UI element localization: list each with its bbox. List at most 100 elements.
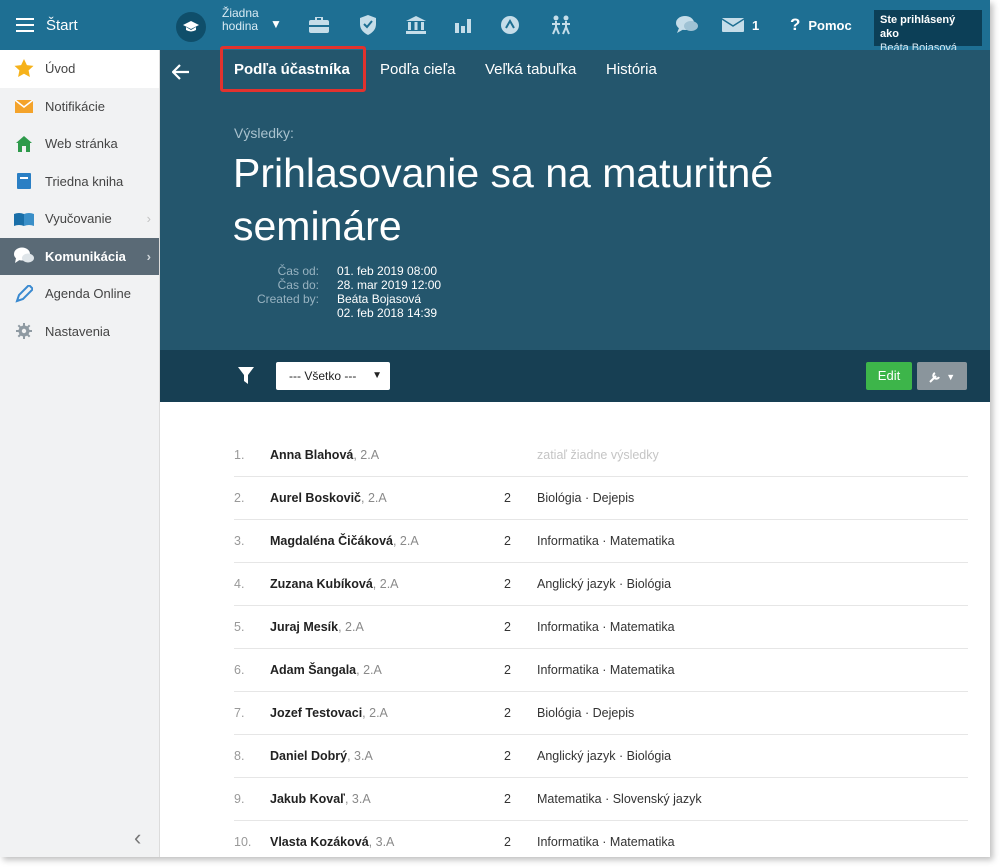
caret-down-icon: ▼ [946,371,956,382]
sidebar-item-nastavenia[interactable]: Nastavenia [0,313,159,351]
bar-chart-icon[interactable] [452,14,474,36]
participant-name[interactable]: Zuzana Kubíková, 2.A [270,577,399,591]
page-title: Prihlasovanie sa na maturitné semináre [233,150,774,249]
participant-class: , 3.A [344,792,371,806]
filter-icon[interactable] [238,367,254,385]
wrench-icon [929,371,940,383]
chevron-right-icon: › [146,211,151,226]
pencil-icon [14,284,34,303]
participant-name[interactable]: Magdaléna Čičáková, 2.A [270,534,419,548]
list-item[interactable]: 10. Vlasta Kozáková, 3.A 2 Informatika ·… [234,821,968,857]
subjects: Informatika · Matematika [537,534,675,548]
chat-icon [14,247,34,265]
participant-class: , 2.A [338,620,364,634]
back-arrow-icon[interactable] [171,60,190,86]
current-hour-selector[interactable]: Žiadna hodina [222,7,268,33]
row-number: 2. [234,491,245,505]
sidebar-item-notifikacie[interactable]: Notifikácie [0,88,159,126]
sidebar-item-vyucovanie[interactable]: Vyučovanie › [0,200,159,238]
subjects: Biológia · Dejepis [537,706,635,720]
sidebar-item-uvod[interactable]: Úvod [0,50,159,88]
tab-historia[interactable]: História [606,50,657,90]
participant-name[interactable]: Daniel Dobrý, 3.A [270,749,373,763]
messages-button[interactable]: 1 [722,0,759,50]
help-button[interactable]: ? Pomoc [790,0,852,50]
graduation-cap-icon[interactable] [176,12,206,42]
meta-to-value: 28. mar 2019 12:00 [337,278,442,292]
tools-dropdown-button[interactable]: ▼ [917,362,967,390]
app-window: Štart Žiadna hodina ▼ 1 ? Pomoc Ste prih… [0,0,990,857]
participant-name[interactable]: Adam Šangala, 2.A [270,663,382,677]
participant-name[interactable]: Jozef Testovaci, 2.A [270,706,388,720]
participant-name-text: Juraj Mesík [270,620,339,634]
top-bar: Štart Žiadna hodina ▼ 1 ? Pomoc Ste prih… [0,0,990,54]
sidebar-item-agenda-online[interactable]: Agenda Online [0,275,159,313]
participants-list: 1. Anna Blahová, 2.A zatiaľ žiadne výsle… [234,434,968,857]
chat-icon[interactable] [676,14,698,36]
user-menu[interactable]: Ste prihlásený ako Beáta Bojasová [874,10,982,54]
envelope-icon [14,97,34,115]
choice-count: 2 [504,749,511,763]
results-label: Výsledky: [234,125,294,141]
sidebar-item-triedna-kniha[interactable]: Triedna kniha [0,163,159,201]
sidebar-item-label: Nastavenia [45,323,111,339]
meta-created-date: 02. feb 2018 14:39 [337,306,438,320]
participant-class: , 3.A [368,835,395,849]
tab-podla-ciela[interactable]: Podľa cieľa [380,50,455,90]
participant-name[interactable]: Vlasta Kozáková, 3.A [270,835,394,849]
sidebar-item-web-stranka[interactable]: Web stránka [0,125,159,163]
meta-from-key: Čas od: [277,264,319,278]
hamburger-icon [16,18,34,32]
caret-down-icon: ▼ [372,370,382,381]
participant-name-text: Daniel Dobrý [270,749,348,763]
filter-select-value: --- Všetko --- [289,369,357,383]
row-number: 5. [234,620,245,634]
sidebar-item-komunikacia[interactable]: Komunikácia › [0,237,159,275]
participant-name[interactable]: Jakub Kovaľ, 3.A [270,792,371,806]
sidebar-collapse-button[interactable]: ‹ [134,825,141,851]
tab-velka-tabulka[interactable]: Veľká tabuľka [485,50,576,90]
participant-name[interactable]: Juraj Mesík, 2.A [270,620,364,634]
walking-people-icon[interactable] [550,14,572,36]
sidebar-item-label: Agenda Online [45,286,132,302]
participant-name[interactable]: Aurel Boskovič, 2.A [270,491,387,505]
choice-count: 2 [504,835,511,849]
bank-icon[interactable] [405,14,427,36]
badge-icon[interactable] [499,14,521,36]
shield-icon[interactable] [357,14,379,36]
participant-class: , 2.A [372,577,399,591]
meta-created-value: Beáta Bojasová [337,292,422,306]
filter-select[interactable]: --- Všetko --- ▼ [276,362,390,390]
start-menu-button[interactable]: Štart [0,0,160,50]
briefcase-icon[interactable] [308,14,330,36]
list-item[interactable]: 9. Jakub Kovaľ, 3.A 2 Matematika · Slove… [234,778,968,821]
row-number: 1. [234,448,245,462]
tab-podla-ucastnika[interactable]: Podľa účastníka [234,50,350,90]
sidebar-item-label: Web stránka [45,136,118,152]
list-item[interactable]: 3. Magdaléna Čičáková, 2.A 2 Informatika… [234,520,968,563]
list-item[interactable]: 1. Anna Blahová, 2.A zatiaľ žiadne výsle… [234,434,968,477]
participant-name-text: Anna Blahová [270,448,354,462]
list-item[interactable]: 8. Daniel Dobrý, 3.A 2 Anglický jazyk · … [234,735,968,778]
subjects: Anglický jazyk · Biológia [537,749,672,763]
participant-name-text: Zuzana Kubíková [270,577,373,591]
participant-name-text: Aurel Boskovič [270,491,362,505]
row-number: 10. [234,835,252,849]
list-item[interactable]: 2. Aurel Boskovič, 2.A 2 Biológia · Deje… [234,477,968,520]
user-status: Ste prihlásený ako [880,14,956,40]
list-item[interactable]: 6. Adam Šangala, 2.A 2 Informatika · Mat… [234,649,968,692]
subjects: Anglický jazyk · Biológia [537,577,672,591]
participant-name-text: Jakub Kovaľ [270,792,345,806]
meta-from-value: 01. feb 2019 08:00 [337,264,438,278]
chevron-right-icon: › [146,248,151,264]
choice-count: 2 [504,491,511,505]
participant-class: , 2.A [353,448,380,462]
edit-button[interactable]: Edit [866,362,912,390]
participant-name[interactable]: Anna Blahová, 2.A [270,448,379,462]
home-icon [14,135,34,153]
sidebar-item-label: Vyučovanie [45,211,112,227]
list-item[interactable]: 5. Juraj Mesík, 2.A 2 Informatika · Mate… [234,606,968,649]
list-item[interactable]: 7. Jozef Testovaci, 2.A 2 Biológia · Dej… [234,692,968,735]
caret-down-icon[interactable]: ▼ [270,17,282,31]
list-item[interactable]: 4. Zuzana Kubíková, 2.A 2 Anglický jazyk… [234,563,968,606]
